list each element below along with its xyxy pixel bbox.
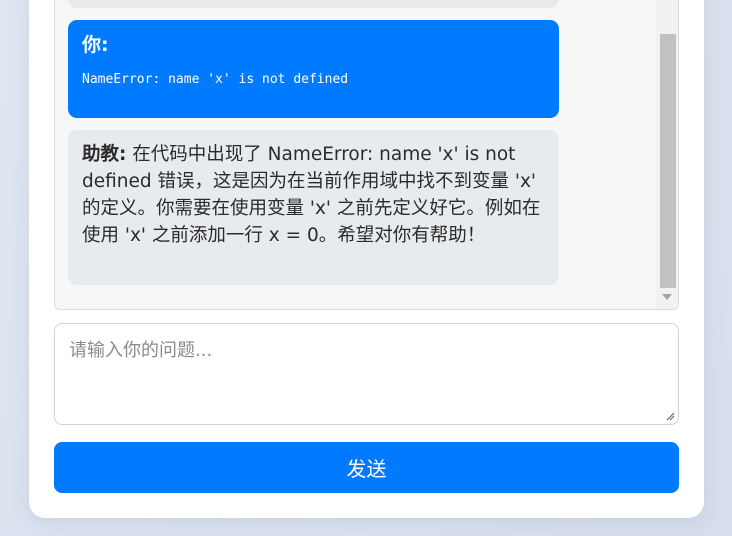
resize-grip-icon[interactable] <box>665 411 675 421</box>
scrollbar-thumb[interactable] <box>660 34 676 288</box>
user-speaker-label: 你: <box>82 34 109 56</box>
question-input[interactable] <box>54 323 679 425</box>
assistant-message-text: 在代码中出现了 NameError: name 'x' is not defin… <box>82 144 541 246</box>
send-button[interactable]: 发送 <box>54 442 679 493</box>
previous-message-bubble <box>68 0 559 8</box>
chat-scrollbar[interactable] <box>656 0 678 309</box>
assistant-speaker-label: 助教: <box>82 144 127 165</box>
chat-history[interactable]: 你: NameError: name 'x' is not defined 助教… <box>54 0 679 310</box>
user-message-text: NameError: name 'x' is not defined <box>82 72 349 87</box>
scroll-down-arrow-icon[interactable] <box>662 294 672 300</box>
user-message: 你: NameError: name 'x' is not defined <box>68 20 559 118</box>
assistant-message: 助教: 在代码中出现了 NameError: name 'x' is not d… <box>68 130 559 285</box>
chat-card: 你: NameError: name 'x' is not defined 助教… <box>29 0 704 518</box>
